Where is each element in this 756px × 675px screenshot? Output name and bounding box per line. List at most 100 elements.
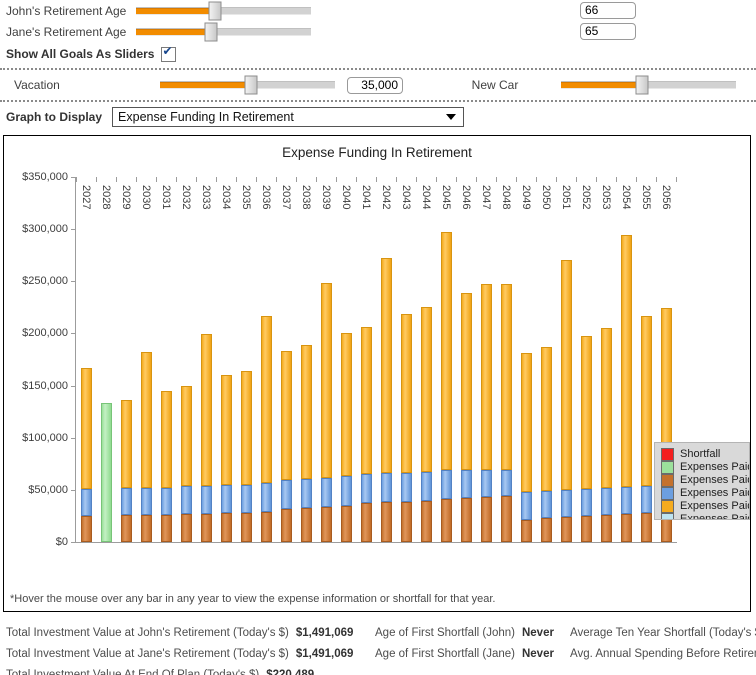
chart-bar-segment[interactable] [320, 283, 332, 479]
chart-bar-segment[interactable] [280, 480, 292, 509]
chart-bar-segment[interactable] [620, 235, 632, 487]
chart-bar-segment[interactable] [620, 513, 632, 542]
chart-bar-segment[interactable] [600, 487, 612, 515]
chart-bar-segment[interactable] [240, 371, 252, 485]
chart-bar-segment[interactable] [400, 473, 412, 503]
chart-bar[interactable] [260, 315, 272, 542]
chart-bar-segment[interactable] [620, 486, 632, 514]
goal-vacation-input[interactable] [347, 76, 403, 94]
john-retirement-age-slider[interactable] [136, 1, 311, 20]
chart-bar-segment[interactable] [180, 385, 192, 486]
chart-bar-segment[interactable] [240, 484, 252, 513]
chart-bar[interactable] [460, 292, 472, 542]
chart-bar-segment[interactable] [160, 390, 172, 488]
chart-bar-segment[interactable] [580, 515, 592, 542]
chart-bar-segment[interactable] [380, 473, 392, 503]
slider-track[interactable] [136, 6, 311, 15]
chart-bar-segment[interactable] [640, 315, 652, 486]
chart-bar-segment[interactable] [560, 489, 572, 517]
chart-bar-segment[interactable] [200, 485, 212, 514]
chart-bar-segment[interactable] [540, 518, 552, 542]
chart-bar[interactable] [340, 333, 352, 542]
chart-plot-area[interactable]: $0 $50,000 $100,000 $150,000 $200,000 $250,00… [22, 171, 677, 548]
chart-bar-segment[interactable] [320, 478, 332, 507]
chart-bar-segment[interactable] [560, 260, 572, 490]
chart-bar-segment[interactable] [420, 307, 432, 473]
chart-bar-segment[interactable] [340, 505, 352, 542]
chart-bar[interactable] [480, 284, 492, 542]
chart-bar[interactable] [300, 344, 312, 542]
chart-bar[interactable] [320, 283, 332, 542]
chart-bar-segment[interactable] [440, 499, 452, 542]
chart-bar-segment[interactable] [200, 334, 212, 486]
chart-bar[interactable] [220, 375, 232, 542]
chart-bar-segment[interactable] [260, 511, 272, 542]
chart-bar[interactable] [240, 371, 252, 542]
slider-track[interactable] [561, 81, 736, 89]
chart-bar[interactable] [140, 352, 152, 542]
chart-bar-segment[interactable] [140, 514, 152, 542]
chart-bar-segment[interactable] [480, 497, 492, 542]
chart-bar-segment[interactable] [500, 496, 512, 542]
chart-bar[interactable] [200, 334, 212, 542]
chart-bar-segment[interactable] [600, 328, 612, 488]
chart-bar[interactable] [420, 307, 432, 542]
chart-bar-segment[interactable] [120, 400, 132, 488]
chart-bar[interactable] [560, 260, 572, 542]
goal-vacation-slider[interactable] [160, 75, 335, 95]
chart-bar[interactable] [400, 313, 412, 542]
chart-bar-segment[interactable] [120, 487, 132, 515]
jane-retirement-age-slider[interactable] [136, 22, 311, 41]
chart-bar[interactable] [100, 403, 112, 542]
chart-bar-segment[interactable] [340, 476, 352, 506]
slider-thumb[interactable] [635, 75, 648, 95]
chart-bar-segment[interactable] [560, 516, 572, 542]
chart-bar[interactable] [640, 315, 652, 542]
chart-bar[interactable] [620, 235, 632, 542]
chart-bar-segment[interactable] [260, 315, 272, 483]
chart-bar-segment[interactable] [600, 514, 612, 542]
chart-bar-segment[interactable] [260, 482, 272, 512]
jane-retirement-age-input[interactable] [580, 23, 636, 40]
chart-bar-segment[interactable] [500, 284, 512, 471]
chart-bar[interactable] [80, 367, 92, 542]
chart-bar-segment[interactable] [640, 485, 652, 513]
chart-bar-segment[interactable] [380, 502, 392, 542]
chart-bar-segment[interactable] [460, 292, 472, 471]
chart-bar-segment[interactable] [220, 512, 232, 542]
chart-bar-segment[interactable] [380, 258, 392, 474]
slider-thumb[interactable] [204, 22, 218, 41]
chart-bar-segment[interactable] [440, 232, 452, 471]
john-retirement-age-input[interactable] [580, 2, 636, 19]
chart-bar[interactable] [160, 390, 172, 542]
chart-bar[interactable] [540, 347, 552, 542]
chart-bar-segment[interactable] [440, 470, 452, 500]
chart-bar-segment[interactable] [300, 344, 312, 480]
chart-bar-segment[interactable] [300, 507, 312, 542]
chart-bar-segment[interactable] [520, 520, 532, 542]
chart-bar-segment[interactable] [220, 484, 232, 513]
chart-bar-segment[interactable] [280, 508, 292, 542]
show-all-goals-checkbox[interactable] [161, 45, 177, 62]
chart-bar-segment[interactable] [360, 327, 372, 475]
chart-bar-segment[interactable] [360, 503, 372, 542]
chart-bar-segment[interactable] [400, 502, 412, 542]
slider-track[interactable] [136, 27, 311, 36]
chart-bar-segment[interactable] [300, 479, 312, 508]
chart-bar-segment[interactable] [640, 512, 652, 542]
chart-bar-segment[interactable] [580, 488, 592, 516]
slider-thumb[interactable] [208, 1, 222, 20]
chart-bar-segment[interactable] [320, 506, 332, 542]
chart-bar-segment[interactable] [180, 513, 192, 542]
chart-bar-segment[interactable] [120, 514, 132, 542]
chart-bar-segment[interactable] [460, 498, 472, 542]
chart-bar-segment[interactable] [540, 490, 552, 519]
chart-bar-segment[interactable] [420, 501, 432, 542]
chart-bar-segment[interactable] [220, 375, 232, 485]
chart-bar-segment[interactable] [80, 367, 92, 489]
chart-bar-segment[interactable] [580, 335, 592, 489]
chart-bar-segment[interactable] [100, 403, 112, 542]
chart-bar[interactable] [500, 284, 512, 542]
chart-bar-segment[interactable] [180, 485, 192, 514]
chart-bar-segment[interactable] [360, 474, 372, 504]
